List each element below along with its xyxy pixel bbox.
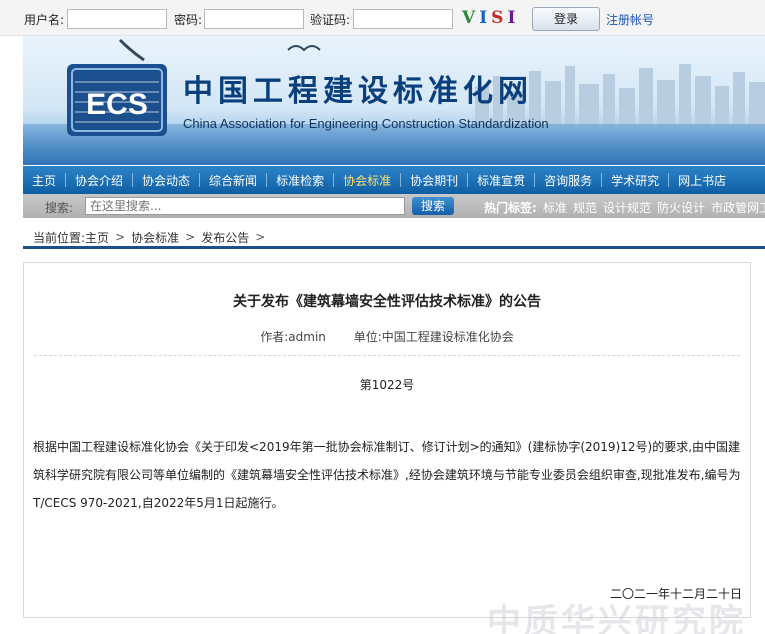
nav-item-about[interactable]: 协会介绍 [66, 172, 132, 189]
search-label: 搜索: [45, 201, 74, 215]
login-button[interactable]: 登录 [532, 7, 600, 31]
captcha-char: V [462, 8, 480, 28]
article-title: 关于发布《建筑幕墙安全性评估技术标准》的公告 [233, 294, 541, 310]
breadcrumb-divider [23, 246, 765, 249]
breadcrumb-item-home[interactable]: 主页 [85, 229, 109, 246]
watermark: 中质华兴研究院 [487, 602, 746, 634]
main-nav: 主页 协会介绍 协会动态 综合新闻 标准检索 协会标准 协会期刊 标准宣贯 咨询… [23, 166, 765, 194]
breadcrumb-item-standards[interactable]: 协会标准 [131, 229, 179, 246]
captcha-char: I [479, 8, 492, 28]
nav-item-research[interactable]: 学术研究 [602, 172, 668, 189]
article-author: 作者:admin [260, 330, 326, 344]
logo-text: ECS [86, 88, 148, 121]
captcha-label: 验证码: [310, 13, 351, 27]
chevron-right-icon: > [115, 230, 126, 244]
nav-item-publicity[interactable]: 标准宣贯 [468, 172, 534, 189]
nav-item-association-standards[interactable]: 协会标准 [334, 172, 400, 189]
nav-item-bookstore[interactable]: 网上书店 [669, 172, 735, 189]
site-title-en: China Association for Engineering Constr… [183, 116, 549, 131]
nav-item-home[interactable]: 主页 [23, 172, 65, 189]
breadcrumb-prefix: 当前位置: [33, 230, 86, 245]
article-divider [34, 355, 740, 356]
site-title-cn: 中国工程建设标准化网 [183, 74, 533, 109]
hot-tag[interactable]: 标准 [543, 199, 567, 216]
username-input[interactable] [67, 9, 167, 29]
ecs-logo-icon: ECS [67, 64, 167, 136]
article-meta: 作者:admin 单位:中国工程建设标准化协会 [24, 328, 750, 345]
password-label: 密码: [174, 13, 203, 27]
hot-tags: 标准 规范 设计规范 防火设计 市政管网工 [543, 199, 765, 216]
chevron-right-icon: > [185, 230, 196, 244]
captcha-char: I [507, 8, 520, 28]
nav-item-journal[interactable]: 协会期刊 [401, 172, 467, 189]
breadcrumb-item-announcements[interactable]: 发布公告 [201, 229, 249, 246]
chevron-right-icon: > [255, 230, 266, 244]
nav-item-news[interactable]: 协会动态 [133, 172, 199, 189]
search-input[interactable] [85, 197, 405, 215]
nav-item-standard-search[interactable]: 标准检索 [267, 172, 333, 189]
site-banner: ECS 中国工程建设标准化网 China Association for Eng… [23, 36, 765, 165]
article-body: 根据中国工程建设标准化协会《关于印发<2019年第一批协会标准制订、修订计划>的… [33, 440, 741, 510]
hot-tag[interactable]: 市政管网工 [711, 199, 765, 216]
hot-tag[interactable]: 设计规范 [603, 199, 651, 216]
register-link[interactable]: 注册帐号 [606, 11, 654, 28]
document-number: 第1022号 [359, 378, 415, 392]
password-input[interactable] [204, 9, 304, 29]
search-button[interactable]: 搜索 [412, 197, 454, 215]
hot-tag[interactable]: 防火设计 [657, 199, 705, 216]
article-panel: 关于发布《建筑幕墙安全性评估技术标准》的公告 作者:admin 单位:中国工程建… [23, 262, 751, 618]
search-bar: 搜索: 搜索 热门标签: 标准 规范 设计规范 防火设计 市政管网工 [23, 194, 765, 218]
hot-tag[interactable]: 规范 [573, 199, 597, 216]
captcha-char: S [491, 8, 508, 28]
hot-tags-label: 热门标签: [484, 201, 537, 215]
breadcrumb: 当前位置: 主页 > 协会标准 > 发布公告 > [23, 228, 765, 246]
nav-item-consulting[interactable]: 咨询服务 [535, 172, 601, 189]
article-unit: 单位:中国工程建设标准化协会 [353, 330, 514, 344]
username-label: 用户名: [24, 13, 65, 27]
captcha-input[interactable] [353, 9, 453, 29]
captcha-image[interactable]: VISI [462, 8, 520, 30]
nav-item-general-news[interactable]: 综合新闻 [200, 172, 266, 189]
login-bar: 用户名: 密码: 验证码: VISI 登录 注册帐号 [0, 0, 765, 36]
